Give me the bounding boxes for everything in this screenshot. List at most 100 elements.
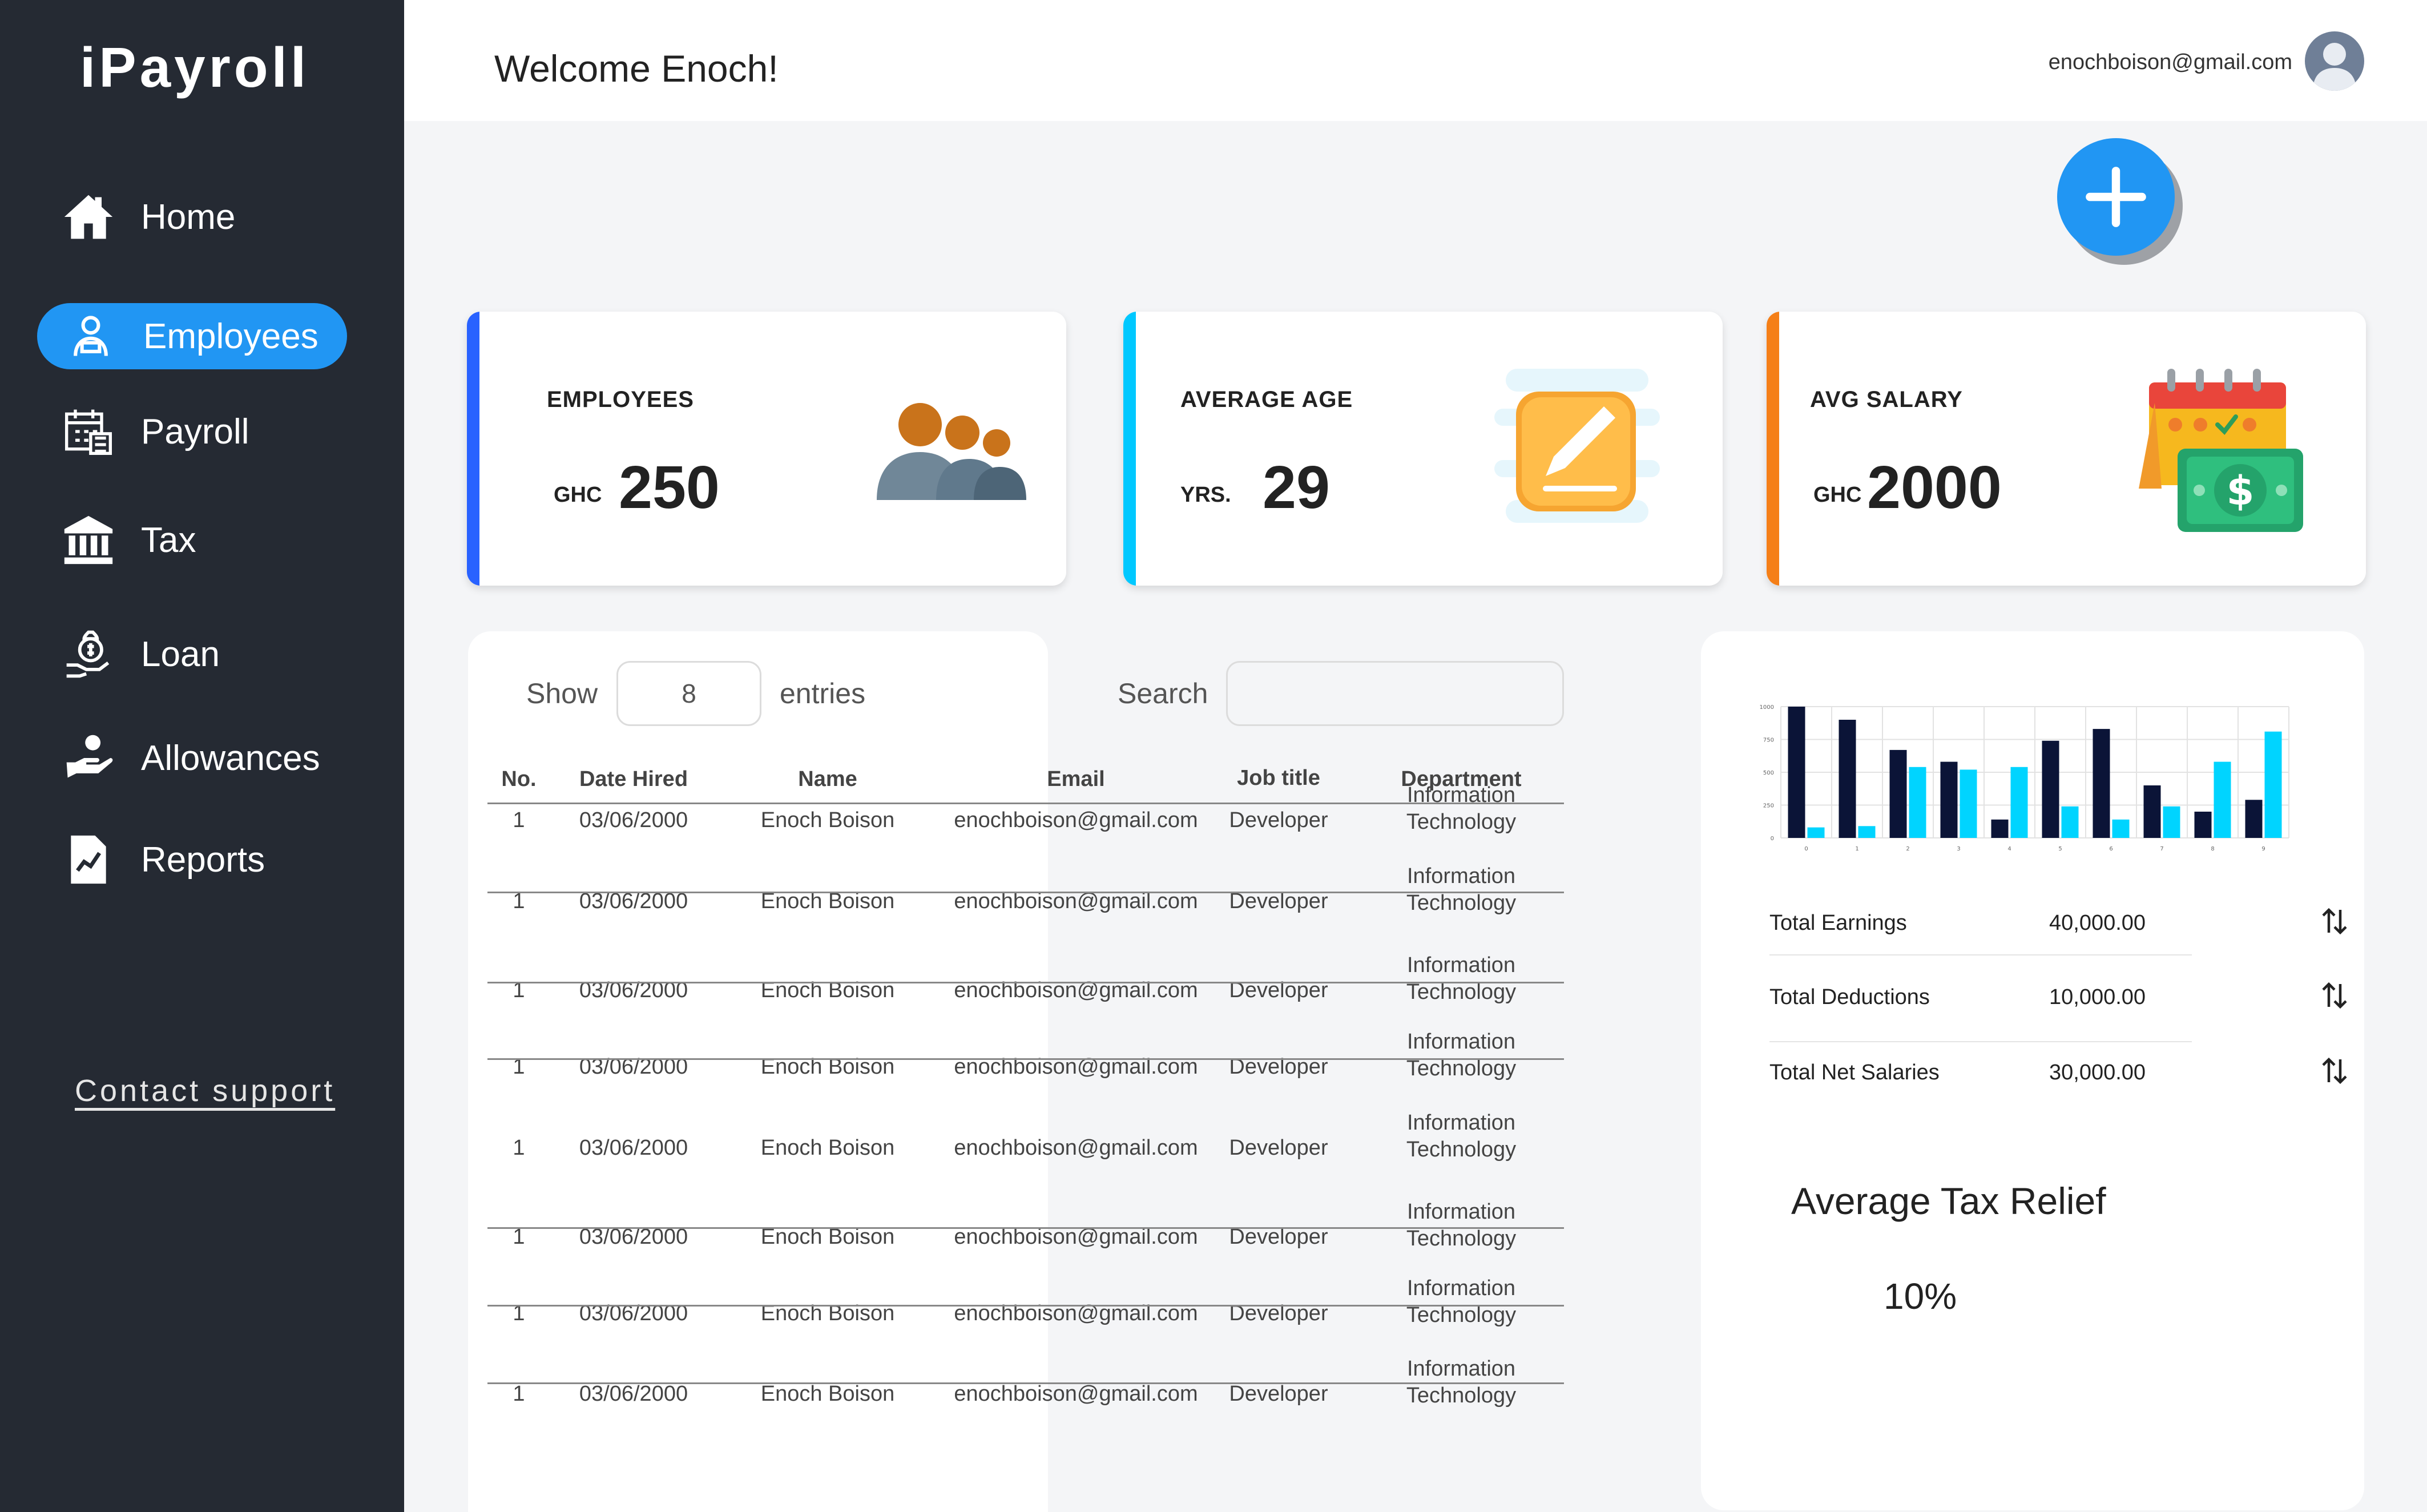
average-age-stat-card: AVERAGE AGE YRS. 29: [1123, 312, 1723, 586]
column-header-date-hired[interactable]: Date Hired: [565, 767, 702, 792]
card-unit: GHC: [1813, 483, 1862, 507]
column-header-no[interactable]: No.: [487, 767, 550, 792]
cell-date-hired: 03/06/2000: [579, 808, 688, 832]
sidebar-item-label: Tax: [141, 520, 196, 560]
department-line: Information: [1406, 1357, 1516, 1381]
row-divider: [487, 1227, 1564, 1229]
department-line: Technology: [1406, 1227, 1517, 1251]
summary-panel: 0 250 500 750 1000 0 1 2 3 4 5 6 7 8 9 Total Earnings 4…: [1701, 631, 2364, 1510]
summary-value: 10,000.00: [2049, 985, 2146, 1009]
bar-series-1: [2143, 785, 2161, 838]
sort-icon[interactable]: [2317, 1054, 2352, 1088]
bar-series-2: [1807, 827, 1825, 838]
cell-department: Information Technology: [1376, 1029, 1547, 1082]
plus-icon: [2086, 167, 2146, 227]
bar-series-1: [1991, 819, 2009, 838]
add-button[interactable]: [2057, 138, 2175, 256]
cell-department: Information Technology: [1376, 952, 1547, 1006]
summary-label: Total Earnings: [1769, 911, 1907, 935]
sidebar-item-reports[interactable]: Reports: [37, 826, 345, 893]
bar-series-1: [2245, 800, 2263, 838]
column-header-email[interactable]: Email: [942, 767, 1210, 792]
cell-email: enochboison@gmail.com: [954, 1382, 1198, 1406]
table-row[interactable]: 1 03/06/2000 Enoch Boison enochboison@gmail…: [487, 1357, 1564, 1445]
summary-row: Total Earnings 40,000.00: [1769, 908, 2347, 979]
payroll-icon: [61, 404, 116, 459]
card-unit: YRS.: [1180, 483, 1231, 507]
column-header-name[interactable]: Name: [753, 767, 902, 792]
svg-text:$: $: [2227, 467, 2255, 514]
bar-series-2: [2112, 819, 2130, 838]
sidebar-item-tax[interactable]: Tax: [37, 507, 345, 573]
notepad-pencil-icon: [1494, 369, 1660, 523]
sidebar-item-label: Payroll: [141, 412, 249, 451]
user-avatar-icon: [2313, 43, 2356, 91]
entries-count-input[interactable]: 8: [616, 661, 761, 726]
bar-series-2: [1858, 826, 1876, 838]
sidebar-item-label: Reports: [141, 840, 265, 880]
sidebar-item-allowances[interactable]: Allowances: [37, 725, 345, 791]
x-tick-label: 1: [1855, 846, 1858, 852]
card-label: AVG SALARY: [1810, 387, 1963, 412]
department-line: Information: [1406, 864, 1516, 888]
cell-department: Information Technology: [1376, 863, 1547, 917]
x-tick-label: 8: [2211, 846, 2214, 852]
bar-series-2: [1909, 767, 1926, 838]
cell-department: Information Technology: [1376, 1110, 1547, 1163]
bar-series-2: [2264, 731, 2282, 838]
cell-email: enochboison@gmail.com: [954, 808, 1198, 832]
x-tick-label: 9: [2261, 846, 2265, 852]
user-email: enochboison@gmail.com: [2048, 50, 2292, 74]
x-tick-label: 4: [2007, 846, 2011, 852]
search-label: Search: [1118, 678, 1208, 709]
summary-divider: [1769, 954, 2192, 955]
sort-icon[interactable]: [2317, 978, 2352, 1013]
department-line: Information: [1406, 1111, 1516, 1135]
home-icon: [61, 189, 116, 244]
employees-table-panel: Show 8 entries Search No. Date Hired Nam…: [468, 631, 1564, 1512]
bar-series-1: [1940, 761, 1958, 838]
sidebar-item-payroll[interactable]: Payroll: [37, 398, 345, 465]
card-accent: [1767, 312, 1779, 586]
department-line: Information: [1406, 783, 1516, 807]
bar-chart: 0 250 500 750 1000 0 1 2 3 4 5 6 7 8 9: [1760, 704, 2289, 852]
department-line: Technology: [1406, 810, 1517, 834]
contact-support-link[interactable]: Contact support: [75, 1073, 335, 1108]
sort-icon[interactable]: [2317, 904, 2352, 938]
people-group-icon: [877, 403, 1026, 500]
table-row[interactable]: 1 03/06/2000 Enoch Boison enochboison@gmail…: [487, 1111, 1564, 1199]
column-header-job-title[interactable]: Job title: [1216, 766, 1341, 791]
cell-department: Information Technology: [1376, 782, 1547, 836]
department-line: Technology: [1406, 891, 1517, 915]
department-line: Technology: [1406, 1138, 1517, 1162]
sidebar-item-label: Employees: [143, 316, 319, 356]
search-input[interactable]: [1226, 661, 1564, 726]
summary-divider: [1769, 1041, 2192, 1042]
table-row[interactable]: 1 03/06/2000 Enoch Boison enochboison@gmail…: [487, 864, 1564, 952]
card-value: 2000: [1867, 454, 2002, 521]
cell-job-title: Developer: [1229, 1136, 1328, 1160]
bar-series-1: [2093, 729, 2110, 838]
cell-no: 1: [513, 1382, 525, 1406]
sidebar-item-loan[interactable]: Loan: [37, 621, 345, 687]
sidebar-item-home[interactable]: Home: [37, 184, 345, 250]
avatar[interactable]: [2305, 31, 2364, 91]
department-line: Information: [1406, 1030, 1516, 1054]
row-divider: [487, 1058, 1564, 1060]
bar-series-1: [1788, 707, 1805, 838]
calendar-money-icon: $: [2139, 369, 2303, 532]
y-tick-label: 250: [1763, 803, 1774, 809]
show-label: Show: [526, 678, 598, 709]
bank-icon: [61, 513, 116, 567]
cell-no: 1: [513, 808, 525, 832]
bar-series-1: [2042, 740, 2059, 838]
average-tax-relief-title: Average Tax Relief: [1791, 1180, 2106, 1222]
card-accent: [1123, 312, 1136, 586]
cell-name: Enoch Boison: [760, 1136, 895, 1160]
card-unit: GHC: [554, 483, 602, 507]
bar-series-2: [2010, 767, 2028, 838]
table-row[interactable]: 1 03/06/2000 Enoch Boison enochboison@gmail…: [487, 783, 1564, 871]
employees-stat-card: EMPLOYEES GHC 250: [467, 312, 1066, 586]
department-line: Technology: [1406, 1384, 1517, 1408]
sidebar-item-employees[interactable]: Employees: [37, 303, 347, 369]
